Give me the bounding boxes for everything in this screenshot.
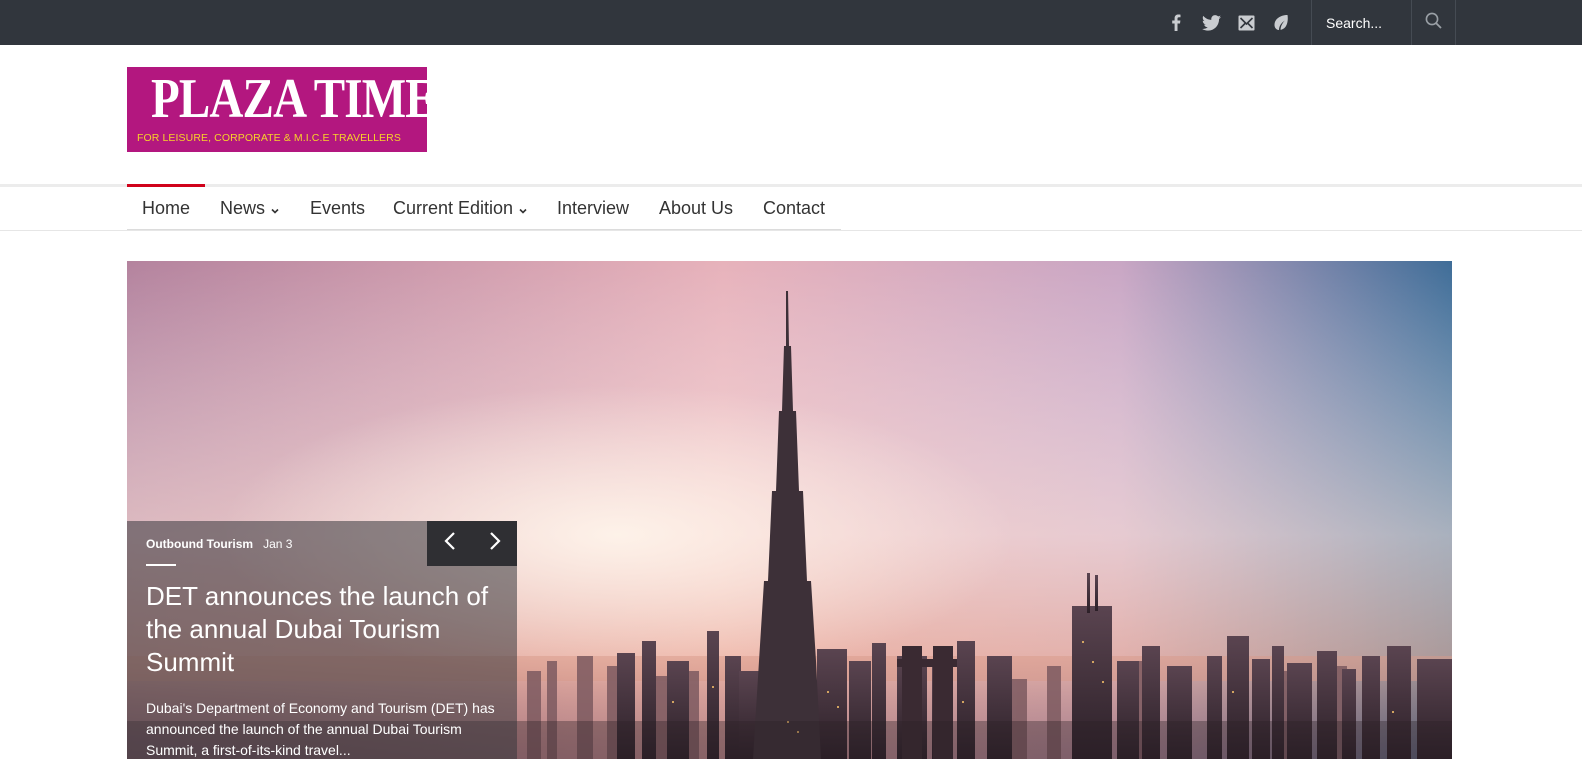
chevron-down-icon xyxy=(271,198,279,219)
email-icon[interactable] xyxy=(1231,0,1261,45)
slider-prev-button[interactable] xyxy=(427,521,472,566)
nav-item-news[interactable]: News xyxy=(220,187,279,230)
slide-headline[interactable]: DET announces the launch of the annual D… xyxy=(146,580,496,679)
top-bar xyxy=(0,0,1582,45)
nav-item-label: Contact xyxy=(763,198,826,218)
nav-item-about-us[interactable]: About Us xyxy=(659,187,733,230)
nav-item-current-edition[interactable]: Current Edition xyxy=(393,187,527,230)
nav-item-label: Home xyxy=(142,198,191,218)
slide-date: Jan 3 xyxy=(263,537,293,551)
logo-title: PLAZA TIMES xyxy=(151,68,427,130)
nav-item-label: News xyxy=(220,198,266,218)
facebook-icon[interactable] xyxy=(1161,0,1191,45)
slider-controls xyxy=(427,521,517,566)
twitter-icon[interactable] xyxy=(1196,0,1226,45)
nav-item-label: About Us xyxy=(659,198,734,218)
search-box xyxy=(1311,0,1456,45)
search-button[interactable] xyxy=(1411,0,1455,45)
nav-item-label: Current Edition xyxy=(393,198,514,218)
nav-item-interview[interactable]: Interview xyxy=(557,187,629,230)
slide-category-link[interactable]: Outbound Tourism xyxy=(146,537,253,551)
nav-item-contact[interactable]: Contact xyxy=(763,187,825,230)
chevron-down-icon xyxy=(519,198,527,219)
slider-next-button[interactable] xyxy=(472,521,517,566)
nav-bottom-border xyxy=(0,230,1582,231)
chevron-right-icon xyxy=(489,531,501,556)
chevron-left-icon xyxy=(443,531,456,556)
logo-tagline: FOR LEISURE, CORPORATE & M.I.C.E TRAVELL… xyxy=(137,132,401,144)
slide-excerpt: Dubai's Department of Economy and Touris… xyxy=(146,700,495,758)
nav-item-home[interactable]: Home xyxy=(126,184,206,230)
nav-item-label: Events xyxy=(310,198,366,218)
search-input[interactable] xyxy=(1312,0,1411,45)
search-icon xyxy=(1425,12,1442,34)
nav-item-label: Interview xyxy=(557,198,630,218)
nav-item-events[interactable]: Events xyxy=(310,187,365,230)
leaf-icon[interactable] xyxy=(1266,0,1296,45)
slide-divider xyxy=(146,564,176,566)
site-logo[interactable]: PLAZA TIMES FOR LEISURE, CORPORATE & M.I… xyxy=(127,67,427,152)
slide-meta: Outbound Tourism Jan 3 xyxy=(146,537,292,551)
